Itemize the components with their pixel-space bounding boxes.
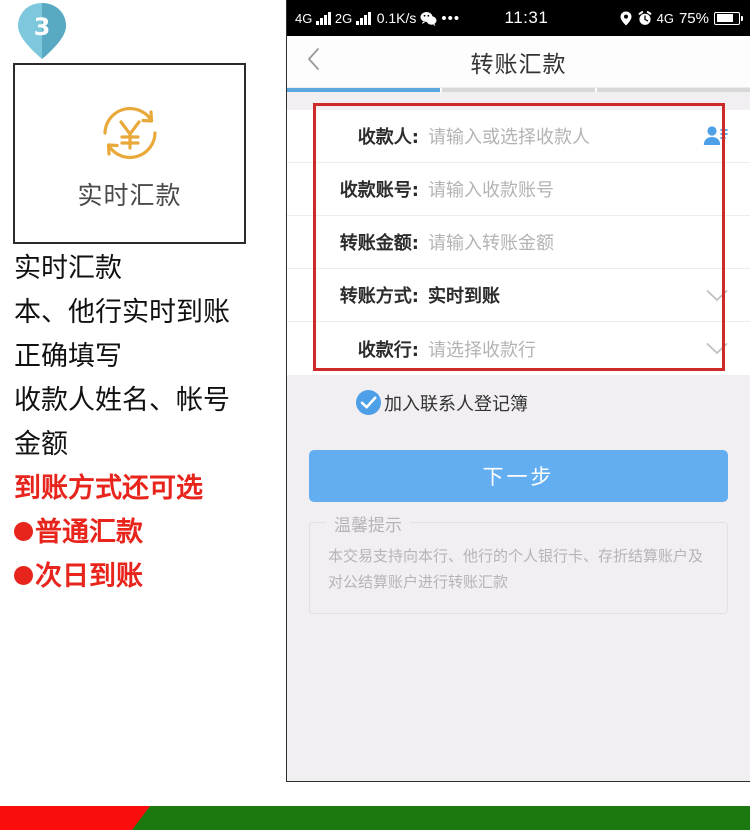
bullet-dot-icon [14, 522, 33, 541]
add-contact-checkbox-label: 加入联系人登记簿 [384, 393, 528, 415]
chevron-left-icon [307, 48, 320, 75]
yen-refresh-icon [93, 96, 167, 170]
note-line: 本、他行实时到账 [14, 297, 230, 328]
more-dots-icon: ••• [441, 9, 461, 27]
form-row-method[interactable]: 转账方式: 实时到账 [287, 269, 750, 322]
account-input[interactable]: 请输入收款账号 [428, 176, 728, 202]
battery-icon [714, 11, 743, 25]
feature-card-label: 实时汇款 [77, 180, 182, 210]
note-line: 正确填写 [14, 341, 122, 372]
location-pin-icon [619, 11, 633, 26]
next-button-wrapper: 下一步 [287, 430, 750, 502]
nav-bar: 转账汇款 [287, 36, 750, 88]
alarm-clock-icon [638, 10, 652, 26]
tips-body: 本交易支持向本行、他行的个人银行卡、存折结算账户及对公结算账户进行转账汇款 [328, 547, 704, 591]
network-type-3-label: 4G [656, 10, 674, 26]
chevron-down-icon[interactable] [706, 342, 728, 355]
wechat-icon [420, 11, 437, 26]
note-bullet-label: 次日到账 [35, 561, 143, 592]
tips-panel: 温馨提示 本交易支持向本行、他行的个人银行卡、存折结算账户及对公结算账户进行转账… [309, 511, 728, 614]
status-bar-left: 4G 2G 0.1K/s ••• [295, 10, 460, 27]
footer-red-tag [0, 806, 150, 830]
note-line: 金额 [14, 429, 68, 460]
bullet-dot-icon [14, 566, 33, 585]
battery-percent-label: 75% [678, 9, 709, 27]
page-title: 转账汇款 [470, 51, 567, 78]
note-line-bullet: 次日到账 [14, 555, 286, 599]
transfer-form-wrapper: 收款人: 请输入或选择收款人 收款账号: 请输入收款账号 转账金额: 请输入转账… [287, 92, 750, 375]
network-type-1-label: 4G [295, 10, 313, 26]
note-bullet-label: 普通汇款 [35, 517, 143, 548]
status-bar-right: 4G 75% [619, 9, 743, 27]
annotation-column: 3 实时汇款 实时汇款 本、他行实时到账 正确填写 收款人姓名、帐号 金额 到账… [0, 0, 286, 790]
note-line-bullet: 普通汇款 [14, 511, 286, 555]
page-root: 3 实时汇款 实时汇款 本、他行实时到账 正确填写 收款人姓名、帐号 金额 到账… [0, 0, 750, 839]
signal-bars-2-icon [356, 11, 371, 25]
back-button[interactable] [297, 36, 330, 87]
network-type-2-label: 2G [334, 10, 353, 26]
form-row-bank[interactable]: 收款行: 请选择收款行 [287, 322, 750, 375]
network-speed-label: 0.1K/s [376, 10, 417, 26]
status-bar: 4G 2G 0.1K/s ••• 11:31 4G 75% [287, 0, 750, 36]
transfer-form: 收款人: 请输入或选择收款人 收款账号: 请输入收款账号 转账金额: 请输入转账… [287, 110, 750, 375]
next-button[interactable]: 下一步 [309, 450, 728, 502]
phone-screenshot: 4G 2G 0.1K/s ••• 11:31 4G 75% 转账汇款 收款人: … [286, 0, 750, 782]
svg-text:3: 3 [34, 13, 51, 41]
bank-select-value[interactable]: 请选择收款行 [428, 336, 706, 362]
check-circle-icon[interactable] [355, 389, 382, 416]
form-label-payee: 收款人: [357, 127, 419, 148]
chevron-down-icon[interactable] [706, 289, 728, 302]
status-bar-clock: 11:31 [504, 8, 549, 27]
signal-bars-1-icon [316, 11, 331, 25]
screen-body: 收款人: 请输入或选择收款人 收款账号: 请输入收款账号 转账金额: 请输入转账… [287, 92, 750, 781]
form-label-account: 收款账号: [339, 180, 419, 201]
form-label-bank: 收款行: [357, 339, 419, 361]
form-row-amount[interactable]: 转账金额: 请输入转账金额 [287, 216, 750, 269]
annotation-notes: 实时汇款 本、他行实时到账 正确填写 收款人姓名、帐号 金额 到账方式还可选 普… [14, 247, 286, 599]
form-label-amount: 转账金额: [339, 233, 419, 254]
form-label-method: 转账方式: [339, 286, 419, 307]
note-line-highlight: 到账方式还可选 [14, 473, 203, 504]
add-contact-checkbox-row[interactable]: 加入联系人登记簿 [287, 375, 750, 430]
form-row-payee[interactable]: 收款人: 请输入或选择收款人 [287, 110, 750, 163]
method-select-value[interactable]: 实时到账 [428, 282, 706, 308]
contact-person-icon[interactable] [702, 124, 728, 148]
footer-ribbon [0, 806, 750, 830]
payee-input[interactable]: 请输入或选择收款人 [428, 123, 702, 149]
form-row-account[interactable]: 收款账号: 请输入收款账号 [287, 163, 750, 216]
note-line: 实时汇款 [14, 253, 122, 284]
feature-card: 实时汇款 [13, 63, 246, 244]
note-line: 收款人姓名、帐号 [14, 385, 230, 416]
amount-input[interactable]: 请输入转账金额 [428, 229, 728, 255]
tips-legend: 温馨提示 [326, 511, 410, 536]
step-number-badge: 3 [14, 2, 70, 60]
